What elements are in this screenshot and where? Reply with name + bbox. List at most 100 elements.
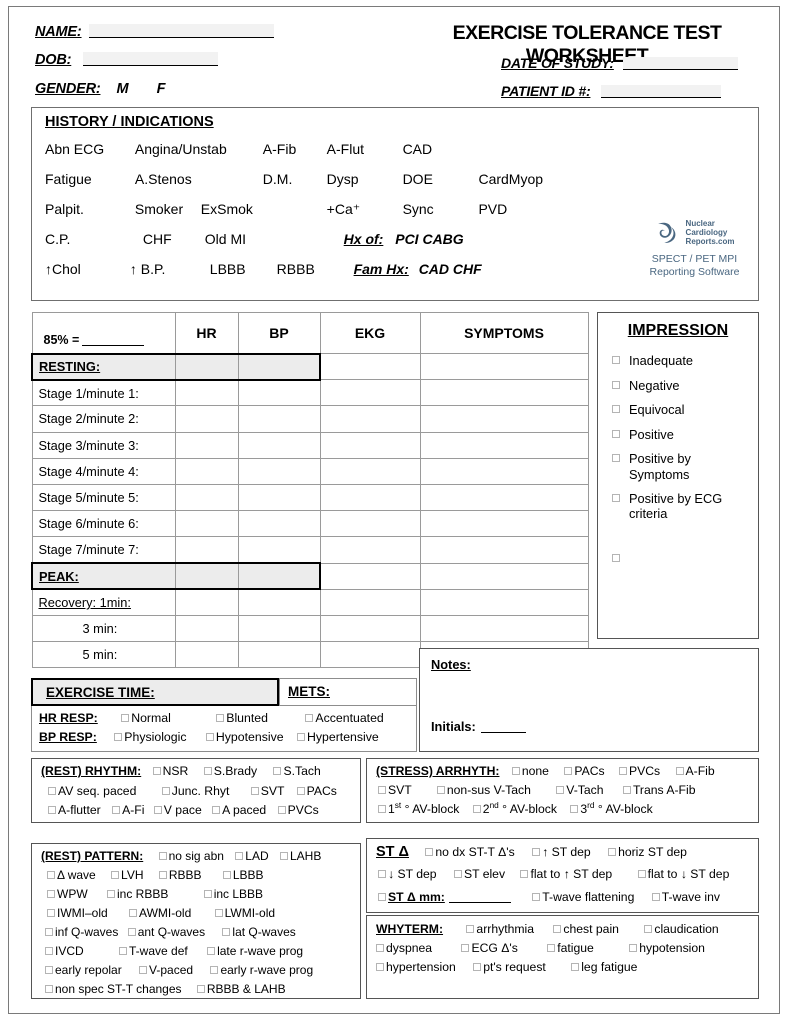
rest-rhythm-option-svt[interactable]: SVT [261,784,284,798]
checkbox-icon[interactable] [571,963,580,971]
stress-arrhyth-option-non-sus-v-tach[interactable]: non-sus V-Tach [447,783,531,797]
checkbox-icon[interactable] [532,893,541,901]
cell-stage-3-bp[interactable] [237,431,321,459]
checkbox-icon[interactable] [203,767,212,775]
impression-option-blank[interactable] [612,551,758,562]
cell-stage-7-symptoms[interactable] [419,536,589,564]
st-delta-option-t-wave-flattening[interactable]: T-wave flattening [542,890,634,904]
st-delta-option-st-elev[interactable]: ST elev [464,867,505,881]
whyterm-option-dyspnea[interactable]: dyspnea [386,941,432,955]
checkbox-icon[interactable] [472,805,481,813]
cell-stage-4-ekg[interactable] [319,457,421,485]
cell-stage-6-hr[interactable] [174,510,239,538]
checkbox-icon[interactable] [570,805,579,813]
checkbox-icon[interactable] [222,871,231,879]
checkbox-icon[interactable] [637,870,646,878]
rest-pattern-option-lvh[interactable]: LVH [121,868,143,882]
cell-stage-1-symptoms[interactable] [419,379,589,407]
impression-option-inadequate[interactable]: Inadequate [612,353,758,369]
history-item-smoker[interactable]: Smoker [135,201,197,217]
checkbox-icon[interactable] [675,767,684,775]
whyterm-option-hypotension[interactable]: hypotension [639,941,705,955]
rest-pattern-option-no-sig-abn[interactable]: no sig abn [169,849,224,863]
cell-stage-4-bp[interactable] [237,457,321,485]
checkbox-icon[interactable] [612,429,620,438]
stress-arrhyth-option-v-tach[interactable]: V-Tach [566,783,603,797]
checkbox-icon[interactable] [453,870,462,878]
rest-pattern-option-awmi-old[interactable]: AWMI-old [139,906,191,920]
rest-rhythm-option-a-flutter[interactable]: A-flutter [58,803,101,817]
cell-stage-3-hr[interactable] [174,431,239,459]
cell-stage-2-hr[interactable] [174,405,239,433]
checkbox-icon[interactable] [473,963,482,971]
initials-input[interactable] [480,721,526,733]
stress-arrhyth-option-third-degree-av-block[interactable]: 3rd ° AV-block [580,801,652,816]
checkbox-icon[interactable] [305,714,314,722]
cell-stage-1-bp[interactable] [237,379,321,407]
cell-recovery-3min-bp[interactable] [237,614,321,643]
checkbox-icon[interactable] [111,871,120,879]
checkbox-icon[interactable] [378,870,386,878]
rest-rhythm-option-nsr[interactable]: NSR [163,764,189,778]
checkbox-icon[interactable] [216,714,225,722]
whyterm-option-leg-fatigue[interactable]: leg fatigue [581,960,637,974]
checkbox-icon[interactable] [279,852,288,860]
rest-pattern-option-non-spec-st-t-changes[interactable]: non spec ST-T changes [55,982,182,996]
checkbox-icon[interactable] [520,870,529,878]
hr-resp-option-normal[interactable]: Normal [131,711,171,725]
cell-resting-symptoms[interactable] [419,352,589,381]
history-item-cad[interactable]: CAD [403,141,433,157]
checkbox-icon[interactable] [273,767,282,775]
cell-stage-3-symptoms[interactable] [419,431,589,459]
history-item-abn-ecg[interactable]: Abn ECG [45,141,131,157]
history-item-a-fib[interactable]: A-Fib [263,141,323,157]
history-item-a-stenos[interactable]: A.Stenos [135,171,259,187]
rest-pattern-option-lahb[interactable]: LAHB [290,849,321,863]
checkbox-icon[interactable] [45,928,53,936]
rest-rhythm-option-a-paced[interactable]: A paced [222,803,266,817]
rest-pattern-option-ant-q-waves[interactable]: ant Q-waves [138,925,205,939]
rest-pattern-option-inf-q-waves[interactable]: inf Q-waves [55,925,118,939]
cell-stage-6-ekg[interactable] [319,510,421,538]
cell-recovery-3min-ekg[interactable] [319,614,421,643]
cell-recovery-1min-ekg[interactable] [319,588,421,616]
history-item-palpit[interactable]: Palpit. [45,201,131,217]
gender-option-male[interactable]: M [116,81,128,97]
checkbox-icon[interactable] [547,944,556,952]
checkbox-icon[interactable] [45,985,53,993]
checkbox-icon[interactable] [158,852,167,860]
history-item-pvd[interactable]: PVD [478,201,507,217]
checkbox-icon[interactable] [378,805,386,813]
checkbox-icon[interactable] [629,944,638,952]
cell-stage-7-ekg[interactable] [319,536,421,564]
checkbox-icon[interactable] [651,893,660,901]
cell-stage-5-hr[interactable] [174,483,239,512]
cell-stage-5-bp[interactable] [237,483,321,512]
checkbox-icon[interactable] [129,909,138,917]
mets-field[interactable]: METS: [279,678,417,706]
checkbox-icon[interactable] [376,963,384,971]
cell-stage-7-bp[interactable] [237,536,321,564]
bp-resp-option-hypertensive[interactable]: Hypertensive [307,730,379,744]
st-delta-option-horiz-st-dep[interactable]: horiz ST dep [618,845,687,859]
checkbox-icon[interactable] [612,493,620,502]
cell-stage-2-symptoms[interactable] [419,405,589,433]
history-item-sync[interactable]: Sync [403,201,475,217]
rest-pattern-option-lbbb[interactable]: LBBB [233,868,264,882]
cell-recovery-1min-hr[interactable] [174,588,239,616]
checkbox-icon[interactable] [612,405,620,414]
rest-pattern-option-wpw[interactable]: WPW [57,887,88,901]
cell-stage-2-ekg[interactable] [319,405,421,433]
history-item-rbbb[interactable]: RBBB [277,261,350,277]
cell-resting-hr[interactable] [174,352,239,381]
input-85-percent[interactable] [82,334,145,346]
notes-panel[interactable]: Notes: Initials: [419,648,759,752]
checkbox-icon[interactable] [127,928,136,936]
stress-arrhyth-option-first-degree-av-block[interactable]: 1st ° AV-block [388,801,459,816]
checkbox-icon[interactable] [158,871,167,879]
rest-pattern-option-lad[interactable]: LAD [245,849,268,863]
cell-recovery-5min-ekg[interactable] [319,641,421,669]
cell-stage-5-symptoms[interactable] [419,483,589,512]
gender-option-female[interactable]: F [157,81,166,97]
rest-rhythm-option-pvcs[interactable]: PVCs [288,803,319,817]
